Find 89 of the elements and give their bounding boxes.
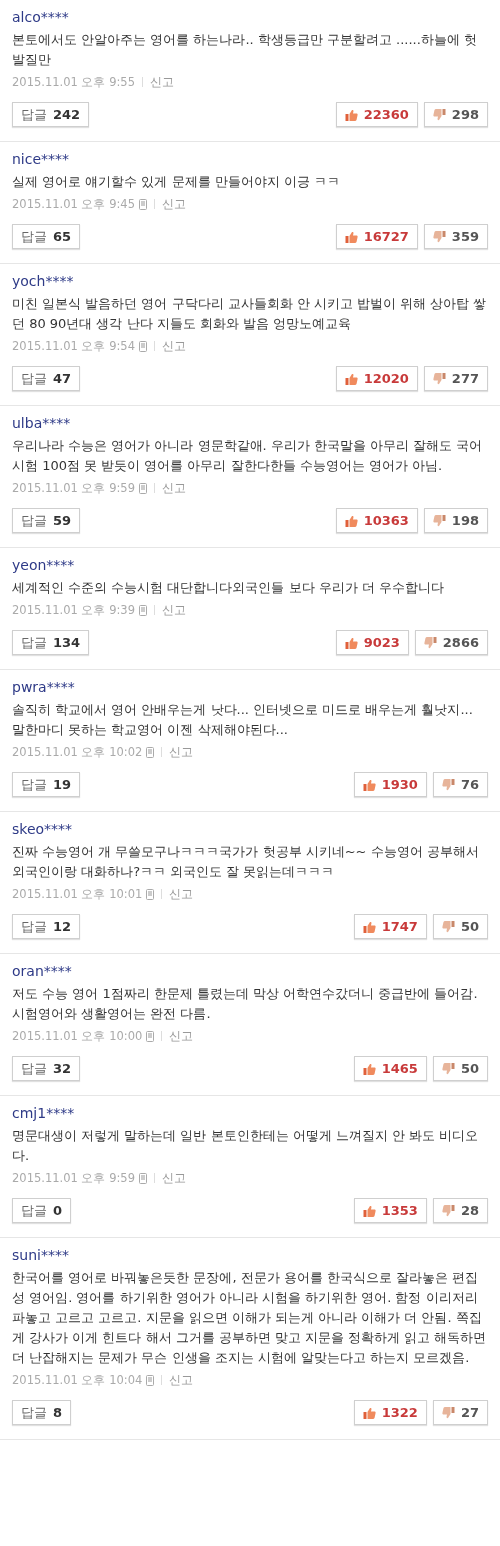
username[interactable]: oran**** xyxy=(12,960,488,982)
thumbs-up-icon xyxy=(362,1406,376,1419)
reply-button[interactable]: 답글 8 xyxy=(12,1400,72,1425)
username[interactable]: ulba**** xyxy=(12,412,488,434)
username[interactable]: pwra**** xyxy=(12,676,488,698)
username[interactable]: skeo**** xyxy=(12,818,488,840)
thumbs-up-icon xyxy=(362,1062,376,1075)
thumbs-up-icon xyxy=(344,230,358,243)
reply-button[interactable]: 답글 59 xyxy=(12,508,81,533)
dislike-button[interactable]: 198 xyxy=(423,508,488,533)
comment-date: 2015.11.01 오후 9:45 xyxy=(12,196,135,213)
reply-button[interactable]: 답글 47 xyxy=(12,366,81,391)
like-button[interactable]: 10363 xyxy=(335,508,418,533)
mobile-icon xyxy=(139,198,147,210)
like-button[interactable]: 1930 xyxy=(353,772,427,797)
dislike-button[interactable]: 277 xyxy=(423,366,488,391)
thumbs-down-icon xyxy=(432,230,446,243)
comment-text: 한국어를 영어로 바꿔놓은듯한 문장에, 전문가 용어를 한국식으로 잘라놓은 편집성 영어임. 영어를 하기위한 영어가 아니라 시험을 하기위한 영어. 함정 이리저리 파놓고 고르고 고르고. 지문을 읽으면 이해가 되는게 아니라 이해가 더 안됨. 쪽집게 강사가 이게 힌트다 해서 그거를 공부하면 맞고 지문을 정확하게 읽고 해독하면 더 난잡해지는 문제가 무슨 인생을 조지는 시험에 알맞는다고 하는지 모르겠음. xyxy=(12,1269,488,1367)
username[interactable]: yoch**** xyxy=(12,270,488,292)
reply-button[interactable]: 답글 12 xyxy=(12,914,81,939)
like-button[interactable]: 1353 xyxy=(353,1198,427,1223)
thumbs-down-icon xyxy=(432,514,446,527)
thumbs-up-icon xyxy=(362,778,376,791)
comment-text: 솔직히 학교에서 영어 안배우는게 낫다... 인터넷으로 미드로 배우는게 훨낫지... 말한마디 못하는 학교영어 이젠 삭제해야된다... xyxy=(12,701,474,739)
comment-date: 2015.11.01 오후 10:02 xyxy=(12,744,143,761)
comment-date: 2015.11.01 오후 9:39 xyxy=(12,602,135,619)
like-button[interactable]: 1747 xyxy=(353,914,427,939)
thumbs-down-icon xyxy=(441,1062,455,1075)
mobile-icon xyxy=(146,888,155,900)
dislike-button[interactable]: 76 xyxy=(432,772,488,797)
thumbs-down-icon xyxy=(441,1406,455,1419)
mobile-icon xyxy=(139,1172,147,1184)
like-button[interactable]: 1465 xyxy=(353,1056,427,1081)
thumbs-down-icon xyxy=(441,1204,455,1217)
reply-button[interactable]: 답글 19 xyxy=(12,772,81,797)
comment-text: 우리나라 수능은 영어가 아니라 영문학같애. 우리가 한국말을 아무리 잘해도 국어 시험 100점 못 받듯이 영어를 아무리 잘한다한들 수능영어는 영어가 아님. xyxy=(12,437,484,475)
dislike-button[interactable]: 298 xyxy=(423,102,488,127)
comment-text: 본토에서도 안알아주는 영어를 하는나라.. 학생등급만 구분할려고 ......하늘에 헛발질만 xyxy=(12,31,478,69)
username[interactable]: cmj1**** xyxy=(12,1102,488,1124)
comment-text: 저도 수능 영어 1점짜리 한문제 틀렸는데 막상 어학연수갔더니 중급반에 들어감. 시험영어와 생활영어는 완전 다름. xyxy=(12,985,479,1023)
dislike-button[interactable]: 50 xyxy=(432,914,488,939)
mobile-icon xyxy=(139,340,147,352)
like-button[interactable]: 1322 xyxy=(353,1400,427,1425)
thumbs-down-icon xyxy=(441,778,455,791)
comment-text: 명문대생이 저렇게 말하는데 일반 본토인한테는 어떻게 느껴질지 안 봐도 비디오다. xyxy=(12,1127,480,1165)
username[interactable]: yeon**** xyxy=(12,554,488,576)
comment-date: 2015.11.01 오후 10:04 xyxy=(12,1372,143,1389)
dislike-button[interactable]: 2866 xyxy=(414,630,488,655)
mobile-icon xyxy=(139,604,147,616)
thumbs-up-icon xyxy=(344,108,358,121)
thumbs-up-icon xyxy=(362,1204,376,1217)
dislike-button[interactable]: 50 xyxy=(432,1056,488,1081)
reply-button[interactable]: 답글 0 xyxy=(12,1198,72,1223)
username[interactable]: alco**** xyxy=(12,6,488,28)
reply-button[interactable]: 답글 32 xyxy=(12,1056,81,1081)
mobile-icon xyxy=(146,746,155,758)
thumbs-up-icon xyxy=(344,372,358,385)
thumbs-up-icon xyxy=(344,636,358,649)
like-button[interactable]: 22360 xyxy=(335,102,418,127)
comment-date: 2015.11.01 오후 9:59 xyxy=(12,480,135,497)
mobile-icon xyxy=(139,482,147,494)
comment-date: 2015.11.01 오후 10:01 xyxy=(12,886,143,903)
comment-text: 세계적인 수준의 수능시험 대단합니다외국인들 보다 우리가 더 우수합니다 xyxy=(12,579,445,597)
comment-text: 진짜 수능영어 개 무쓸모구나ㅋㅋㅋ국가가 헛공부 시키네~~ 수능영어 공부해서 외국인이랑 대화하나?ㅋㅋ 외국인도 잘 못읽는데ㅋㅋㅋ xyxy=(12,843,480,881)
comment-text: 실제 영어로 얘기할수 있게 문제를 만들어야지 이긍 ㅋㅋ xyxy=(12,173,341,191)
thumbs-down-icon xyxy=(432,108,446,121)
comment-date: 2015.11.01 오후 9:55 xyxy=(12,74,135,91)
username[interactable]: nice**** xyxy=(12,148,488,170)
reply-button[interactable]: 답글 242 xyxy=(12,102,90,127)
like-button[interactable]: 16727 xyxy=(335,224,418,249)
comment-text: 미친 일본식 발음하던 영어 구닥다리 교사들회화 안 시키고 밥벌이 위해 상아탑 쌓던 80 90년대 생각 난다 지들도 회화와 발음 엉망노예교육 xyxy=(12,295,488,333)
comment-date: 2015.11.01 오후 10:00 xyxy=(12,1028,143,1045)
comment-date: 2015.11.01 오후 9:54 xyxy=(12,338,135,355)
reply-button[interactable]: 답글 65 xyxy=(12,224,81,249)
like-button[interactable]: 12020 xyxy=(335,366,418,391)
dislike-button[interactable]: 28 xyxy=(432,1198,488,1223)
like-button[interactable]: 9023 xyxy=(335,630,409,655)
dislike-button[interactable]: 359 xyxy=(423,224,488,249)
comment-date: 2015.11.01 오후 9:59 xyxy=(12,1170,135,1187)
thumbs-down-icon xyxy=(423,636,437,649)
thumbs-up-icon xyxy=(344,514,358,527)
username[interactable]: suni**** xyxy=(12,1244,488,1266)
thumbs-down-icon xyxy=(432,372,446,385)
dislike-button[interactable]: 27 xyxy=(432,1400,488,1425)
mobile-icon xyxy=(146,1030,155,1042)
reply-button[interactable]: 답글 134 xyxy=(12,630,90,655)
thumbs-down-icon xyxy=(441,920,455,933)
mobile-icon xyxy=(146,1374,155,1386)
thumbs-up-icon xyxy=(362,920,376,933)
